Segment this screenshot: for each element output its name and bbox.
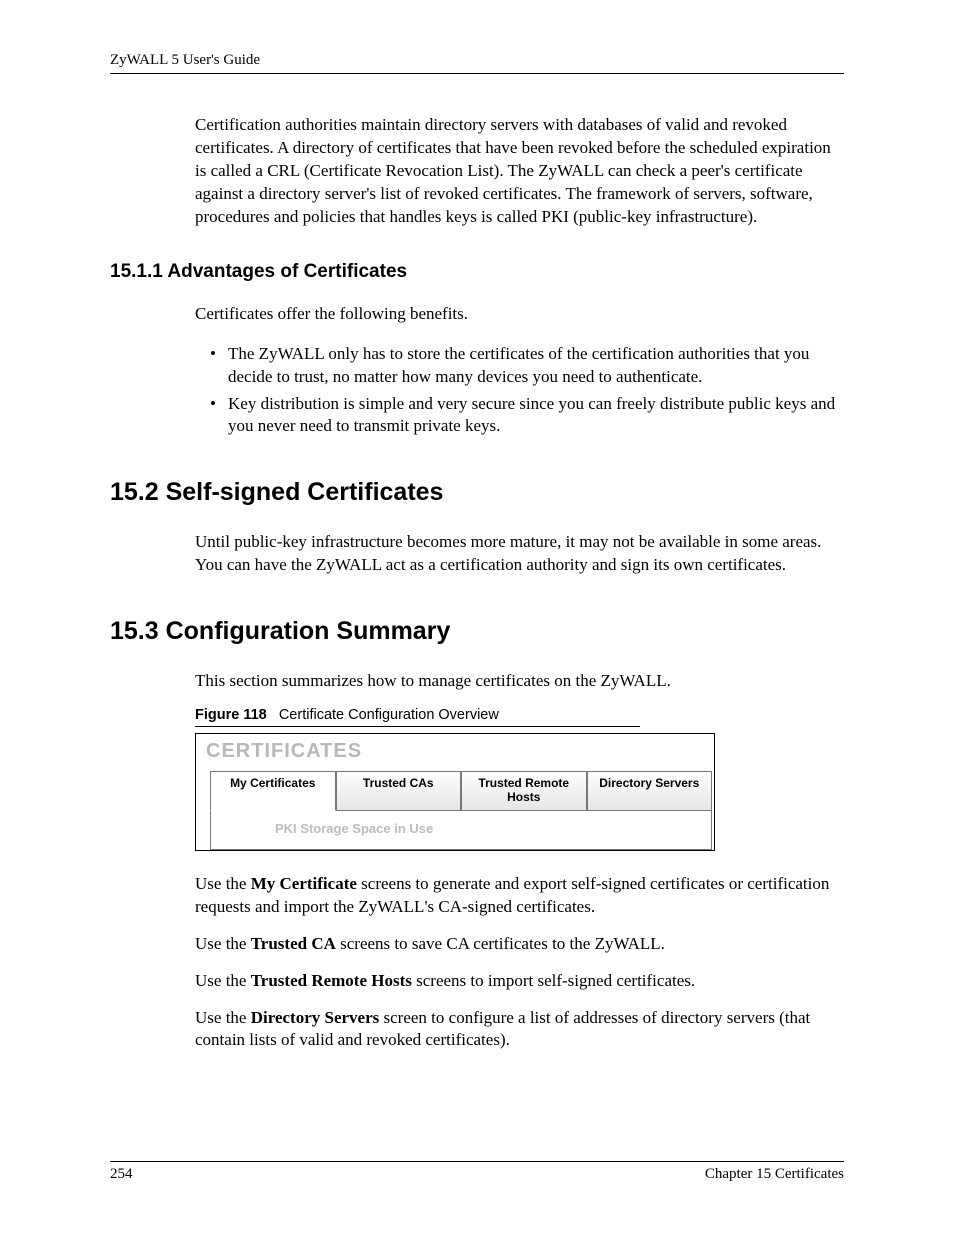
- advantages-intro: Certificates offer the following benefit…: [195, 303, 844, 326]
- intro-paragraph: Certification authorities maintain direc…: [195, 114, 844, 229]
- chapter-label: Chapter 15 Certificates: [705, 1166, 844, 1183]
- certificates-panel: CERTIFICATES My Certificates Trusted CAs…: [195, 733, 715, 851]
- use-trusted-remote-hosts: Use the Trusted Remote Hosts screens to …: [195, 970, 844, 993]
- use-directory-servers: Use the Directory Servers screen to conf…: [195, 1007, 844, 1053]
- use-my-certificate: Use the My Certificate screens to genera…: [195, 873, 844, 919]
- certificates-panel-title: CERTIFICATES: [196, 734, 714, 771]
- page-footer: 254 Chapter 15 Certificates: [110, 1161, 844, 1183]
- tab-trusted-remote-hosts[interactable]: Trusted Remote Hosts: [461, 771, 587, 811]
- figure-caption: Figure 118 Certificate Configuration Ove…: [195, 707, 640, 727]
- use-trusted-ca: Use the Trusted CA screens to save CA ce…: [195, 933, 844, 956]
- heading-15-3: 15.3 Configuration Summary: [110, 617, 844, 646]
- list-item: Key distribution is simple and very secu…: [210, 393, 844, 439]
- tab-trusted-cas[interactable]: Trusted CAs: [336, 771, 462, 811]
- pki-storage-label: PKI Storage Space in Use: [275, 821, 433, 836]
- list-item: The ZyWALL only has to store the certifi…: [210, 343, 844, 389]
- figure-caption-text: Certificate Configuration Overview: [279, 707, 499, 723]
- config-summary-intro: This section summarizes how to manage ce…: [195, 670, 844, 693]
- self-signed-paragraph: Until public-key infrastructure becomes …: [195, 531, 844, 577]
- tab-my-certificates[interactable]: My Certificates: [210, 771, 336, 811]
- tab-row: My Certificates Trusted CAs Trusted Remo…: [210, 771, 712, 811]
- figure-label: Figure 118: [195, 707, 267, 723]
- running-header: ZyWALL 5 User's Guide: [110, 52, 844, 74]
- page-number: 254: [110, 1166, 133, 1183]
- heading-15-1-1: 15.1.1 Advantages of Certificates: [110, 261, 844, 283]
- advantages-list: The ZyWALL only has to store the certifi…: [210, 343, 844, 439]
- tab-body: PKI Storage Space in Use: [210, 811, 712, 850]
- heading-15-2: 15.2 Self-signed Certificates: [110, 478, 844, 507]
- tab-directory-servers[interactable]: Directory Servers: [587, 771, 713, 811]
